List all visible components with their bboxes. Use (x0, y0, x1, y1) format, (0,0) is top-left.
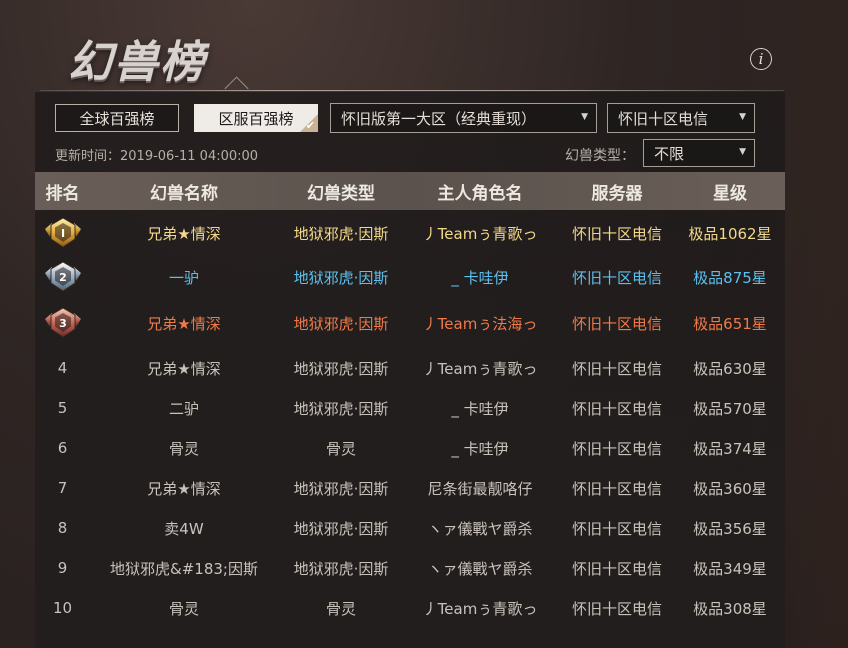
update-time: 更新时间：2019-06-11 04:00:00 (55, 149, 259, 164)
column-header-rank: 排名 (45, 183, 80, 204)
pet-name-cell: 卖4W (164, 519, 204, 538)
region-select[interactable]: 怀旧版第一大区（经典重现） ▼ (330, 103, 597, 133)
column-header-pet-type: 幻兽类型 (307, 183, 375, 204)
owner-cell: 尼条街最靓咯仔 (427, 479, 533, 498)
stars-cell: 极品630星 (693, 359, 767, 378)
pet-type-cell: 地狱邪虎·因斯 (293, 224, 389, 243)
pet-type-cell: 骨灵 (325, 439, 356, 458)
server-cell: 怀旧十区电信 (571, 314, 662, 333)
column-header-owner: 主人角色名 (437, 183, 523, 204)
rank-cell: 5 (57, 399, 68, 417)
server-select-value: 怀旧十区电信 (618, 109, 709, 128)
chevron-down-icon: ▼ (739, 147, 746, 157)
server-cell: 怀旧十区电信 (571, 479, 662, 498)
pet-type-cell: 地狱邪虎·因斯 (293, 399, 389, 418)
server-cell: 怀旧十区电信 (571, 519, 662, 538)
table-row: 6 骨灵 骨灵 _ 卡哇伊 怀旧十区电信 极品374星 (35, 428, 785, 468)
pet-name-cell: 地狱邪虎&#183;因斯 (110, 559, 258, 578)
region-select-value: 怀旧版第一大区（经典重现） (341, 109, 537, 128)
server-cell: 怀旧十区电信 (571, 224, 662, 243)
chevron-down-icon: ▼ (581, 112, 588, 122)
svg-text:3: 3 (59, 317, 67, 330)
pet-type-select-value: 不限 (654, 144, 685, 163)
server-cell: 怀旧十区电信 (571, 359, 662, 378)
table-row: 10 骨灵 骨灵 丿Teamぅ青歌っ 怀旧十区电信 极品308星 (35, 588, 785, 628)
rank-cell: 10 (52, 599, 73, 617)
info-icon[interactable]: i (750, 48, 772, 70)
stars-cell: 极品356星 (693, 519, 767, 538)
owner-cell: 丿Teamぅ法海っ (422, 314, 538, 333)
server-cell: 怀旧十区电信 (571, 268, 662, 287)
stars-cell: 极品1062星 (688, 224, 772, 243)
stars-cell: 极品570星 (693, 399, 767, 418)
table-row: 7 兄弟★情深 地狱邪虎·因斯 尼条街最靓咯仔 怀旧十区电信 极品360星 (35, 468, 785, 508)
pet-name-cell: 兄弟★情深 (147, 314, 221, 333)
rank-cell: 6 (57, 439, 68, 457)
pet-name-cell: 兄弟★情深 (147, 224, 221, 243)
table-header: 排名 幻兽名称 幻兽类型 主人角色名 服务器 星级 (35, 172, 785, 210)
owner-cell: _ 卡哇伊 (451, 268, 509, 287)
stars-cell: 极品360星 (693, 479, 767, 498)
gold-medal-icon: I (35, 211, 90, 255)
stars-cell: 极品875星 (693, 268, 767, 287)
svg-text:I: I (60, 227, 64, 240)
server-cell: 怀旧十区电信 (571, 399, 662, 418)
table-row: 5 二驴 地狱邪虎·因斯 _ 卡哇伊 怀旧十区电信 极品570星 (35, 388, 785, 428)
server-cell: 怀旧十区电信 (571, 599, 662, 618)
svg-text:2: 2 (59, 271, 67, 284)
table-row: 3 兄弟★情深 地狱邪虎·因斯 丿Teamぅ法海っ 怀旧十区电信 极品651星 (35, 301, 785, 345)
pet-type-cell: 地狱邪虎·因斯 (293, 559, 389, 578)
owner-cell: 丿Teamぅ青歌っ (422, 224, 538, 243)
table-row: 8 卖4W 地狱邪虎·因斯 ヽァ儀戰ヤ爵杀 怀旧十区电信 极品356星 (35, 508, 785, 548)
chevron-down-icon: ▼ (739, 112, 746, 122)
server-top100-tab[interactable]: 区服百强榜 ✔ (194, 104, 318, 132)
owner-cell: ヽァ儀戰ヤ爵杀 (427, 559, 533, 578)
pet-name-cell: 兄弟★情深 (147, 359, 221, 378)
server-cell: 怀旧十区电信 (571, 559, 662, 578)
global-top100-tab[interactable]: 全球百强榜 (55, 104, 179, 132)
pet-type-cell: 骨灵 (325, 599, 356, 618)
table-row: 2 一驴 地狱邪虎·因斯 _ 卡哇伊 怀旧十区电信 极品875星 (35, 255, 785, 299)
owner-cell: 丿Teamぅ青歌っ (422, 359, 538, 378)
rank-cell: 4 (57, 359, 68, 377)
server-top100-tab-label: 区服百强榜 (218, 109, 294, 128)
pet-name-cell: 二驴 (168, 399, 199, 418)
pet-name-cell: 骨灵 (168, 599, 199, 618)
stars-cell: 极品374星 (693, 439, 767, 458)
silver-medal-icon: 2 (35, 255, 90, 299)
table-row: I 兄弟★情深 地狱邪虎·因斯 丿Teamぅ青歌っ 怀旧十区电信 极品1062星 (35, 211, 785, 255)
table-row: 9 地狱邪虎&#183;因斯 地狱邪虎·因斯 ヽァ儀戰ヤ爵杀 怀旧十区电信 极品349星 (35, 548, 785, 588)
pet-name-cell: 一驴 (168, 268, 199, 287)
column-header-stars: 星级 (713, 183, 747, 204)
pet-type-cell: 地狱邪虎·因斯 (293, 359, 389, 378)
owner-cell: ヽァ儀戰ヤ爵杀 (427, 519, 533, 538)
rank-cell: 7 (57, 479, 68, 497)
pet-type-select[interactable]: 不限 ▼ (643, 139, 755, 167)
server-select[interactable]: 怀旧十区电信 ▼ (607, 103, 755, 133)
checkmark-icon: ✔ (305, 119, 315, 132)
rank-cell: 8 (57, 519, 68, 537)
stars-cell: 极品349星 (693, 559, 767, 578)
owner-cell: 丿Teamぅ青歌っ (422, 599, 538, 618)
pet-name-cell: 兄弟★情深 (147, 479, 221, 498)
pet-type-label: 幻兽类型： (565, 148, 635, 164)
header-divider (40, 90, 784, 91)
pet-type-cell: 地狱邪虎·因斯 (293, 314, 389, 333)
rank-cell: 9 (57, 559, 68, 577)
stars-cell: 极品651星 (693, 314, 767, 333)
pet-name-cell: 骨灵 (168, 439, 199, 458)
server-cell: 怀旧十区电信 (571, 439, 662, 458)
owner-cell: _ 卡哇伊 (451, 439, 509, 458)
pet-type-cell: 地狱邪虎·因斯 (293, 268, 389, 287)
column-header-server: 服务器 (591, 183, 643, 204)
stars-cell: 极品308星 (693, 599, 767, 618)
pet-type-cell: 地狱邪虎·因斯 (293, 519, 389, 538)
table-row: 4 兄弟★情深 地狱邪虎·因斯 丿Teamぅ青歌っ 怀旧十区电信 极品630星 (35, 348, 785, 388)
column-header-pet-name: 幻兽名称 (150, 183, 218, 204)
page-title: 幻兽榜 (68, 37, 206, 88)
pet-type-cell: 地狱邪虎·因斯 (293, 479, 389, 498)
owner-cell: _ 卡哇伊 (451, 399, 509, 418)
bronze-medal-icon: 3 (35, 301, 90, 345)
